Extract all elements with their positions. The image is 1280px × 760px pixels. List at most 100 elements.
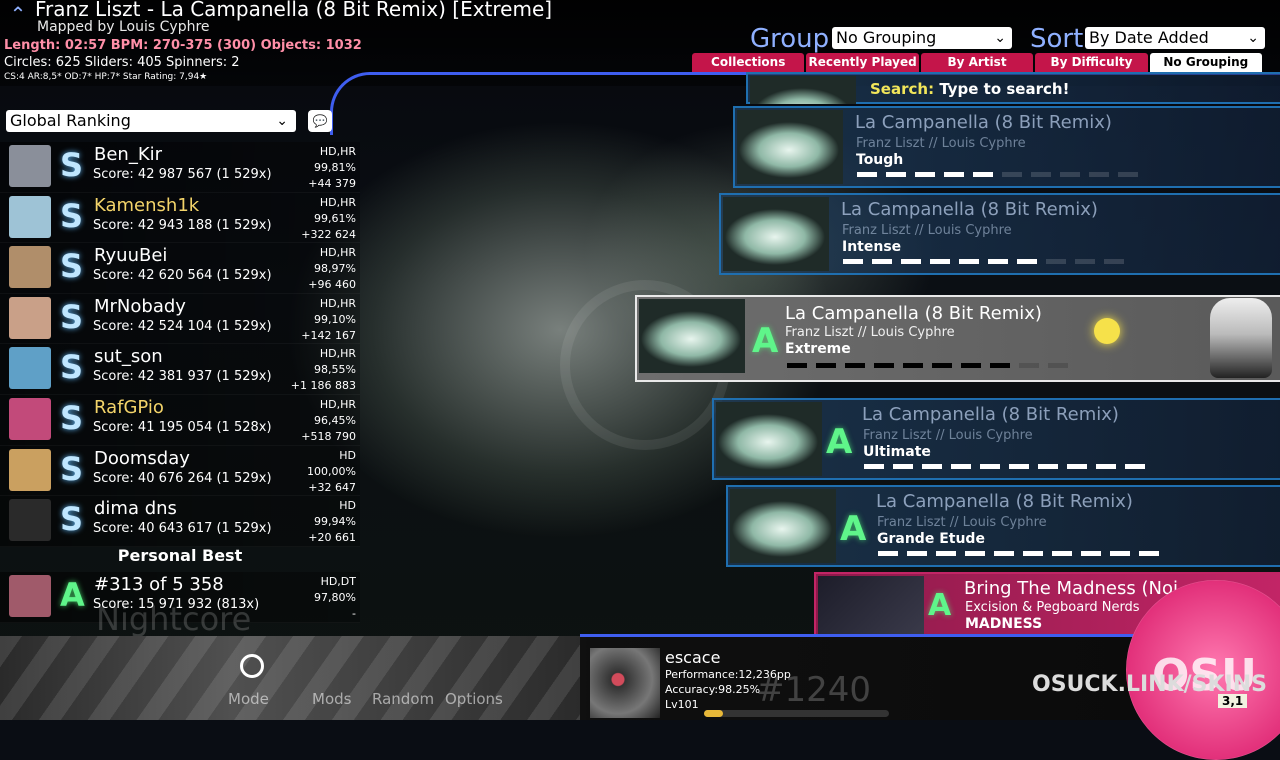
star-bar [961,363,981,368]
leaderboard-row[interactable]: S RafGPio Score: 41 195 054 (1 528x) HD,HR 9… [0,394,360,446]
options-button[interactable]: Options [445,690,503,708]
leaderboard-row[interactable]: Ssut_son Score: 42 381 937 (1 529x) HD,HR 9… [0,344,360,395]
star-bar [872,259,892,264]
mods: HD,HR [319,347,356,361]
star-bar [1017,259,1037,264]
user-avatar[interactable] [590,648,660,718]
search-bar[interactable]: Search: Type to search! [870,80,1069,98]
tab-recently-played[interactable]: Recently Played [806,53,919,72]
player-name: Doomsday [94,447,190,469]
star-bar [864,464,884,469]
star-bar [901,259,921,264]
beatmap-card[interactable]: A La Campanella (8 Bit Remix) Franz Lisz… [712,398,1280,480]
mods-accuracy: HD 100,00% +32 647 [307,448,356,496]
chat-bubble-icon[interactable]: 💬 [308,110,332,132]
avatar [9,448,51,491]
chevron-down-icon: ⌄ [276,113,288,129]
star-bar [1096,464,1116,469]
beatmap-thumbnail [723,197,829,271]
player-score: Score: 42 987 567 (1 529x) [93,167,272,182]
player-name: dima dns [94,498,177,520]
beatmap-card[interactable]: A La Campanella (8 Bit Remix) Franz Lisz… [726,485,1280,567]
leaderboard-row[interactable]: S Ben_Kir Score: 42 987 567 (1 529x) HD,HR 9… [0,142,360,193]
mods: HD [339,499,356,513]
star-bar [959,259,979,264]
player-name: RyuuBei [94,245,168,267]
tab-by-difficulty[interactable]: By Difficulty [1035,53,1148,72]
osu-mode-icon[interactable] [240,654,264,678]
tab-collections[interactable]: Collections [692,53,805,72]
star-bar [994,551,1014,556]
beatmap-card-selected[interactable]: A La Campanella (8 Bit Remix) Franz Lisz… [635,295,1280,382]
ranking-type-dropdown[interactable]: Global Ranking ⌄ [6,110,296,132]
star-bar [990,363,1010,368]
beatmap-thumbnail [639,299,745,373]
search-label: Search: [870,80,935,98]
leaderboard-row[interactable]: S RyuuBei Score: 42 620 564 (1 529x) HD,HR 9… [0,243,360,294]
tab-by-artist[interactable]: By Artist [920,53,1034,72]
beatmap-artist: Franz Liszt // Louis Cyphre [856,136,1026,151]
mods: HD,DT [320,575,356,588]
mods: HD,HR [319,296,356,310]
accuracy: 99,10% [314,312,356,326]
star-bar [980,464,1000,469]
ranking-type-value: Global Ranking [10,111,131,130]
group-dropdown[interactable]: No Grouping ⌄ [832,27,1012,49]
sort-label: Sort [1030,24,1084,54]
grouping-tabs: Collections Recently Played By Artist By… [692,53,1264,72]
search-placeholder: Type to search! [939,80,1070,98]
star-bar [1060,172,1080,177]
beatmap-card[interactable]: La Campanella (8 Bit Remix) Franz Liszt … [719,193,1280,275]
leaderboard-row[interactable]: Sdima dns Score: 40 643 617 (1 529x) HD 99,… [0,496,360,547]
username: escace [665,648,721,667]
player-score: Score: 41 195 054 (1 528x) [93,419,272,435]
star-bar [816,363,836,368]
star-bar [1125,464,1145,469]
mods-accuracy: HD,HR 99,81% +44 379 [308,144,356,192]
score-diff: +20 661 [308,531,356,545]
score-diff: +1 186 883 [290,379,356,393]
beatmap-title: Bring The Madness (Noi [964,578,1178,599]
mods-accuracy: HD,HR 99,61% +322 624 [301,195,356,243]
star-bar [1038,464,1058,469]
mods-accuracy: HD,HR 98,97% +96 460 [308,245,356,293]
grade-letter: S [60,297,84,336]
avatar [9,145,51,187]
mapper-label: Mapped by Louis Cyphre [37,19,210,35]
accuracy: 98,55% [314,363,356,377]
star-bar [1046,259,1066,264]
leaderboard-list: S Ben_Kir Score: 42 987 567 (1 529x) HD,HR 9… [0,142,360,547]
chevron-up-icon[interactable]: ⌃ [6,2,30,26]
grade-letter: A [752,321,779,361]
sort-value: By Date Added [1089,28,1209,47]
leaderboard-row[interactable]: S MrNobady Score: 42 524 104 (1 529x) HD,HR… [0,293,360,345]
sort-dropdown[interactable]: By Date Added ⌄ [1085,27,1265,49]
level: Lv101 [665,698,699,711]
star-bars [843,259,1124,264]
star-bar [988,259,1008,264]
star-bar [1067,464,1087,469]
mods-button[interactable]: Mods [312,690,351,708]
star-bar [1002,172,1022,177]
grade-letter: S [60,247,84,286]
accuracy: 99,94% [314,515,356,529]
leaderboard-row[interactable]: S Doomsday Score: 40 676 264 (1 529x) HD 100… [0,445,360,497]
player-name: RafGPio [94,396,164,418]
score-diff: +44 379 [308,177,356,190]
star-bars [864,464,1145,469]
star-bar [1118,172,1138,177]
tab-no-grouping[interactable]: No Grouping [1149,53,1263,72]
beatmap-thumbnail [716,402,822,476]
difficulty-name: Tough [856,152,904,168]
beatmap-thumbnail [750,76,856,104]
difficulty-name: Extreme [785,341,851,357]
song-title: Franz Liszt - La Campanella (8 Bit Remix… [35,0,553,21]
random-button[interactable]: Random [372,690,434,708]
beatmap-card[interactable]: La Campanella (8 Bit Remix) Franz Liszt … [733,106,1280,188]
mode-button[interactable]: Mode [228,690,269,708]
leaderboard-row[interactable]: S Kamensh1k Score: 42 943 188 (1 529x) HD,H… [0,192,360,244]
personal-best-header: Personal Best [117,546,243,565]
mods-accuracy: HD,HR 96,45% +518 790 [301,397,356,445]
grade-letter: S [60,398,84,437]
circles-sliders-spinners: Circles: 625 Sliders: 405 Spinners: 2 [4,55,240,70]
